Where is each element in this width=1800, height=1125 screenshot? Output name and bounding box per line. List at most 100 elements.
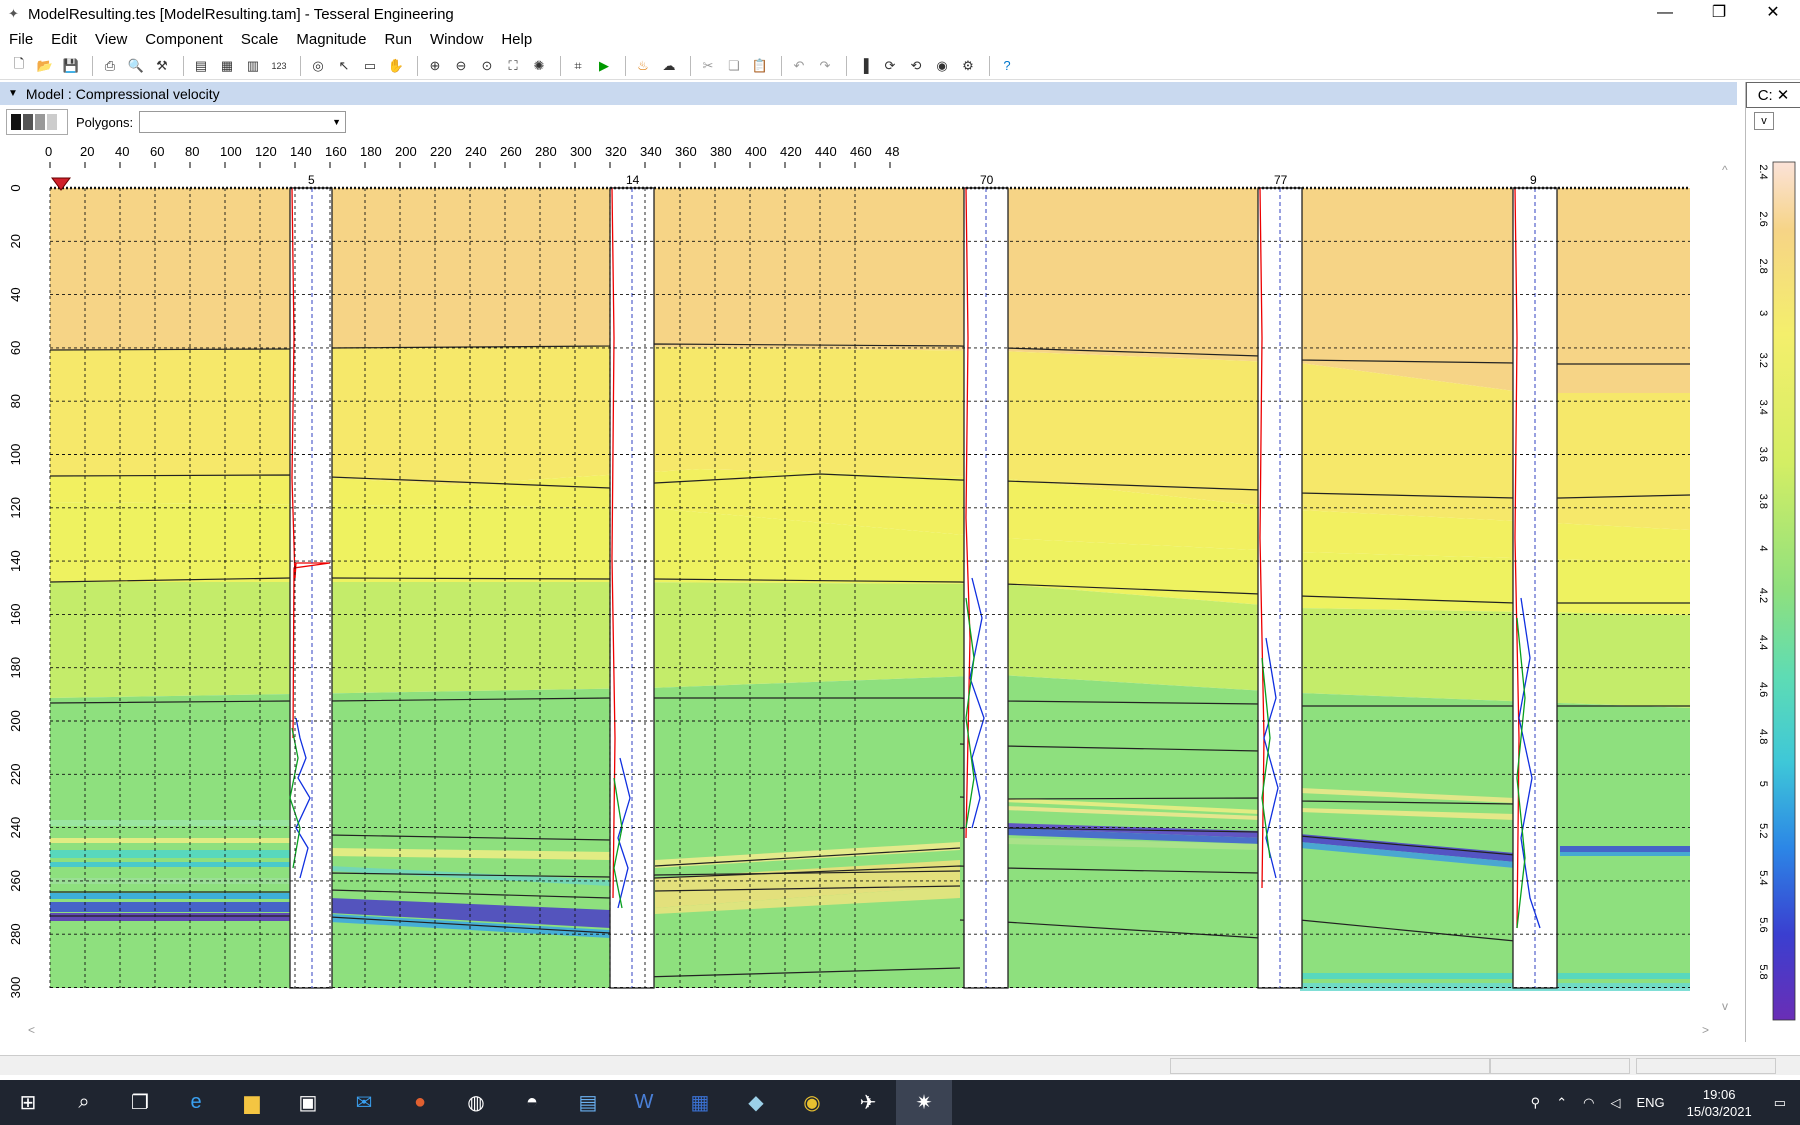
menu-run[interactable]: Run <box>375 31 421 48</box>
paste-icon[interactable]: 📋 <box>749 55 771 77</box>
save-icon[interactable]: 💾 <box>60 55 82 77</box>
colorbar-tick-label: 4.6 <box>1757 682 1769 697</box>
edge-icon[interactable]: e <box>168 1080 224 1125</box>
redo-icon[interactable]: ↷ <box>814 55 836 77</box>
zoom-in-icon[interactable]: ⊕ <box>424 55 446 77</box>
x-tick-label: 180 <box>360 144 382 159</box>
status-bar <box>0 1055 1800 1075</box>
x-tick-label: 40 <box>115 144 129 159</box>
scroll-left-icon: < <box>28 1023 35 1037</box>
print-icon[interactable]: ⎙ <box>99 55 121 77</box>
people-icon[interactable]: ⚲ <box>1531 1095 1541 1111</box>
extent-icon[interactable]: ⛶ <box>502 55 524 77</box>
model-canvas[interactable]: 0 20 40 60 80 100 120 140 160 180 200 220 240 260 280 3… <box>0 138 1740 1038</box>
cut-icon[interactable]: ✂ <box>697 55 719 77</box>
tesseral-icon[interactable]: ✷ <box>896 1080 952 1125</box>
zoom-fit-icon[interactable]: ⊙ <box>476 55 498 77</box>
palette-icon[interactable]: ▐ <box>853 55 875 77</box>
menu-component[interactable]: Component <box>136 31 232 48</box>
polygons-select[interactable]: ▼ <box>139 111 347 133</box>
store-icon[interactable]: ▣ <box>280 1080 336 1125</box>
render-icon[interactable]: ☁ <box>658 55 680 77</box>
target-icon[interactable]: ◎ <box>307 55 329 77</box>
colorbar-tick-label: 3.2 <box>1757 353 1769 368</box>
zoom-out-icon[interactable]: ⊖ <box>450 55 472 77</box>
menu-magnitude[interactable]: Magnitude <box>287 31 375 48</box>
y-tick-label: 20 <box>8 234 23 248</box>
copy-icon[interactable]: ❏ <box>723 55 745 77</box>
help-icon[interactable]: ? <box>996 55 1018 77</box>
taskbar: ⊞ ⌕ ❐ e ▆ ▣ ✉ ● ◍ ◓ ▤ W ▦ ◆ ◉ ✈ ✷ ⚲ ⌃ ◠ … <box>0 1080 1800 1125</box>
x-tick-label: 420 <box>780 144 802 159</box>
rectangle-select-icon[interactable]: ▭ <box>359 55 381 77</box>
hand-icon[interactable]: ✋ <box>385 55 407 77</box>
collapse-triangle-icon[interactable]: ▼ <box>8 88 18 99</box>
x-tick-label: 260 <box>500 144 522 159</box>
photos-icon[interactable]: ◓ <box>504 1080 560 1125</box>
colorbar-c-button[interactable]: C: <box>1758 87 1773 104</box>
polygons-row: Polygons: ▼ <box>0 107 1737 137</box>
scroll-right-icon: > <box>1702 1023 1709 1037</box>
word-icon[interactable]: W <box>616 1080 672 1125</box>
pointer-icon[interactable]: ↖ <box>333 55 355 77</box>
menu-help[interactable]: Help <box>492 31 541 48</box>
chevron-up-icon[interactable]: ⌃ <box>1556 1095 1567 1111</box>
run-icon[interactable]: ▶ <box>593 55 615 77</box>
doc-icon[interactable]: ▤ <box>560 1080 616 1125</box>
x-tick-label: 20 <box>80 144 94 159</box>
menu-view[interactable]: View <box>86 31 136 48</box>
app2-icon[interactable]: ◆ <box>728 1080 784 1125</box>
layers-icon[interactable]: ▤ <box>190 55 212 77</box>
wand-icon[interactable]: ✺ <box>528 55 550 77</box>
calculator-icon[interactable]: ▦ <box>672 1080 728 1125</box>
y-tick-label: 180 <box>8 657 23 679</box>
table-icon[interactable]: ▥ <box>242 55 264 77</box>
print-preview-icon[interactable]: 🔍 <box>125 55 147 77</box>
undo-icon[interactable]: ↶ <box>788 55 810 77</box>
panel-header[interactable]: ▼ Model : Compressional velocity <box>0 82 1737 105</box>
search-icon[interactable]: ⌕ <box>56 1080 112 1125</box>
settings-icon[interactable]: ⚙ <box>957 55 979 77</box>
well-label-5: 5 <box>308 173 315 187</box>
menu-window[interactable]: Window <box>421 31 492 48</box>
mail-icon[interactable]: ✉ <box>336 1080 392 1125</box>
wifi-icon[interactable]: ◠ <box>1583 1095 1594 1111</box>
colorbar-tick-label: 5.4 <box>1757 870 1769 885</box>
notifications-icon[interactable]: ▭ <box>1774 1095 1786 1111</box>
menu-file[interactable]: File <box>0 31 42 48</box>
numbers-icon[interactable]: 123 <box>268 55 290 77</box>
rotate-2-icon[interactable]: ⟲ <box>905 55 927 77</box>
x-tick-label: 380 <box>710 144 732 159</box>
open-icon[interactable]: 📂 <box>34 55 56 77</box>
minimize-button[interactable]: — <box>1638 0 1692 28</box>
app-icon[interactable]: ◍ <box>448 1080 504 1125</box>
task-view-icon[interactable]: ❐ <box>112 1080 168 1125</box>
language-indicator[interactable]: ENG <box>1636 1095 1664 1110</box>
status-cell-3 <box>1636 1058 1776 1074</box>
colorbar-tick-label: 4.8 <box>1757 729 1769 744</box>
fill-style-button[interactable] <box>6 109 68 135</box>
window-title: ModelResulting.tes [ModelResulting.tam] … <box>28 5 454 23</box>
y-tick-label: 100 <box>8 444 23 466</box>
chrome-icon[interactable]: ◉ <box>784 1080 840 1125</box>
rotate-icon[interactable]: ⟳ <box>879 55 901 77</box>
fire-icon[interactable]: ♨ <box>632 55 654 77</box>
model-icon[interactable]: ⌗ <box>567 55 589 77</box>
close-button[interactable]: ✕ <box>1746 0 1800 28</box>
menu-scale[interactable]: Scale <box>232 31 288 48</box>
panel-title: Model : Compressional velocity <box>25 85 220 102</box>
drop-icon[interactable]: ● <box>392 1080 448 1125</box>
plane-icon[interactable]: ✈ <box>840 1080 896 1125</box>
well-label-77: 77 <box>1274 173 1288 187</box>
clock[interactable]: 19:06 15/03/2021 <box>1687 1086 1752 1120</box>
file-explorer-icon[interactable]: ▆ <box>224 1080 280 1125</box>
new-icon[interactable]: 🗋 <box>8 55 30 77</box>
menu-edit[interactable]: Edit <box>42 31 86 48</box>
maximize-button[interactable]: ❐ <box>1692 0 1746 28</box>
colorbar-close-button[interactable]: ✕ <box>1777 86 1790 104</box>
volume-icon[interactable]: ◁ <box>1610 1095 1620 1111</box>
windows-start-icon[interactable]: ⊞ <box>0 1080 56 1125</box>
globe-icon[interactable]: ◉ <box>931 55 953 77</box>
grid-icon[interactable]: ▦ <box>216 55 238 77</box>
hammer-icon[interactable]: ⚒ <box>151 55 173 77</box>
